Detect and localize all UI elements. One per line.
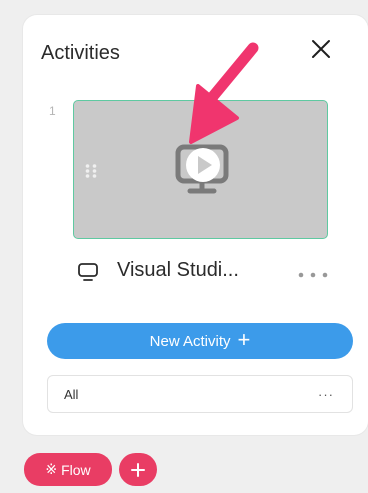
activity-number: 1 — [49, 104, 56, 118]
activity-name: Visual Studi... — [117, 259, 239, 281]
new-activity-button[interactable]: New Activity + — [47, 323, 353, 359]
sparkle-icon: ※ — [45, 461, 58, 477]
new-activity-label: New Activity — [149, 332, 231, 350]
flow-label: Flow — [61, 461, 91, 478]
activity-thumbnail[interactable] — [73, 100, 328, 239]
plus-icon — [131, 462, 145, 477]
activities-panel: Activities 1 Visual Studi... New Activit… — [23, 15, 368, 435]
ellipsis-icon[interactable] — [296, 271, 330, 279]
activity-item[interactable]: Visual Studi... — [77, 259, 337, 285]
add-button[interactable] — [119, 453, 157, 486]
panel-title: Activities — [41, 42, 120, 64]
filter-more-icon[interactable]: ··· — [318, 387, 334, 402]
drag-handle-icon[interactable] — [84, 163, 98, 179]
monitor-icon — [78, 263, 98, 281]
close-icon — [312, 40, 330, 58]
filter-selected-value: All — [64, 387, 79, 402]
close-button[interactable] — [309, 37, 333, 61]
monitor-play-icon — [175, 144, 229, 194]
plus-icon: + — [237, 327, 251, 352]
flow-button[interactable]: ※ Flow — [24, 453, 112, 486]
activity-filter-select[interactable]: All ··· — [47, 375, 353, 413]
